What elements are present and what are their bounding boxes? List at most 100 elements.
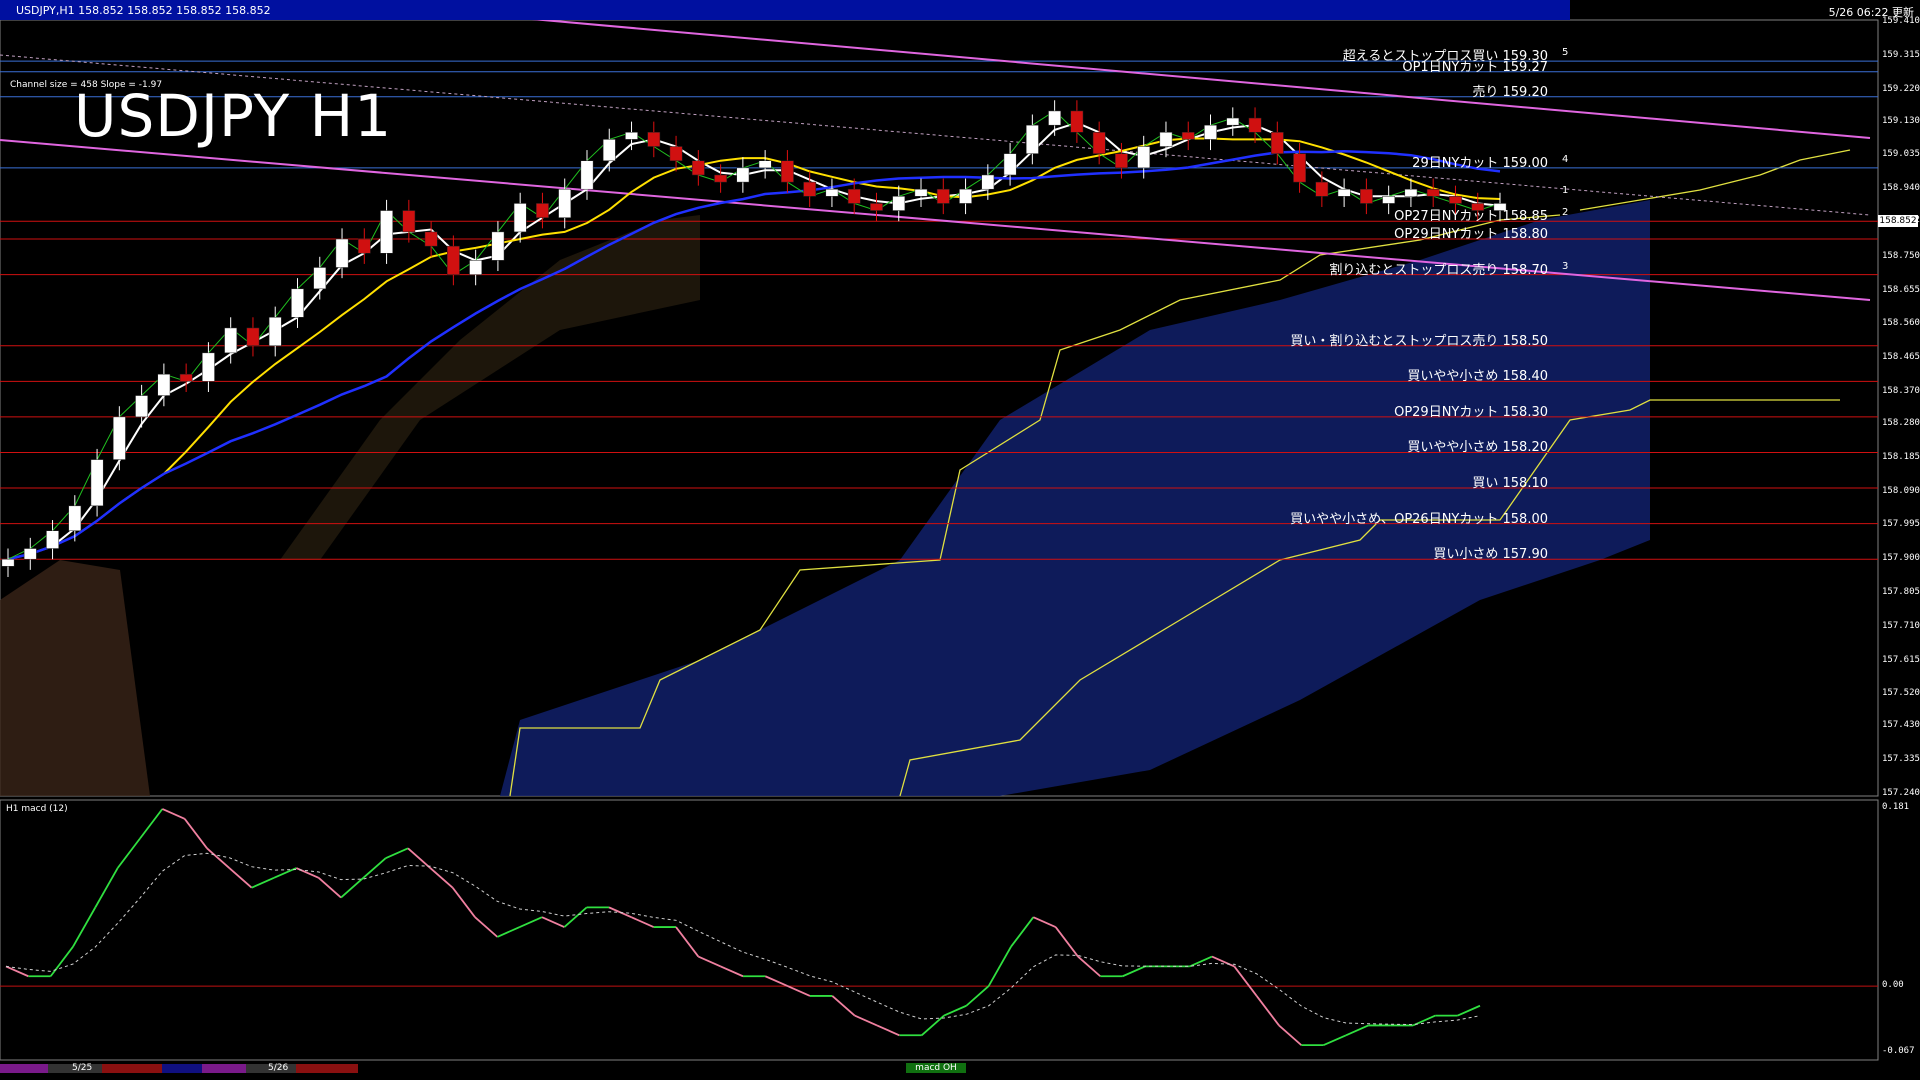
price-tick: 158.560 — [1882, 318, 1920, 329]
price-tick: 159.035 — [1882, 149, 1920, 160]
candle-body — [580, 160, 594, 190]
candle-body — [1204, 124, 1217, 140]
price-tick: 158.655 — [1882, 284, 1920, 295]
level-rank: 2 — [1562, 207, 1569, 219]
macd-tick: 0.181 — [1882, 802, 1910, 812]
macd-tick: 0.00 — [1882, 980, 1904, 991]
candle-body — [335, 238, 349, 268]
indicator-tab[interactable]: macd OH — [906, 1063, 966, 1073]
candle-body — [691, 160, 705, 176]
level-label: 買いやや小さめ 158.20 — [1407, 440, 1548, 456]
candle-body — [825, 188, 839, 197]
candle-body — [1137, 146, 1151, 169]
level-label: 買い・割り込むとストップロス売り 158.50 — [1290, 333, 1548, 349]
candle-body — [1449, 196, 1462, 204]
date-label: 5/25 — [72, 1063, 93, 1073]
candle-body — [936, 188, 950, 204]
price-tick: 157.335 — [1882, 754, 1920, 765]
date-segment — [296, 1064, 358, 1073]
candle-body — [90, 459, 104, 507]
candle-body — [736, 167, 750, 183]
price-tick: 157.520 — [1882, 688, 1920, 699]
candle-body — [224, 327, 238, 354]
candle-body — [291, 288, 304, 318]
level-label: OP1日NYカット 159.27 — [1402, 59, 1548, 75]
candle-body — [491, 231, 505, 261]
candle-body — [1382, 196, 1396, 204]
candle-body — [1337, 188, 1351, 197]
current-price-box: 158.852 — [1878, 214, 1918, 227]
candle-body — [1315, 181, 1329, 197]
candle-body — [446, 245, 460, 275]
price-tick: 158.185 — [1882, 451, 1920, 462]
candle-body — [981, 174, 995, 190]
candle-body — [536, 203, 549, 218]
level-label: OP29日NYカット 158.80 — [1394, 227, 1548, 242]
candle-body — [914, 188, 928, 197]
candle-body — [513, 203, 527, 233]
price-tick: 159.315 — [1882, 49, 1920, 60]
candle-body — [1270, 132, 1284, 154]
candle-body — [380, 210, 393, 254]
level-label: 割り込むとストップロス売り 158.70 — [1329, 262, 1548, 278]
price-tick: 157.240 — [1882, 788, 1920, 798]
candle-body — [1092, 132, 1106, 154]
candle-body — [68, 505, 82, 531]
level-label: 買い小さめ 157.90 — [1433, 547, 1548, 563]
candle-body — [1404, 188, 1418, 197]
price-tick: 157.900 — [1882, 553, 1920, 564]
candle-body — [469, 260, 483, 275]
level-label: 買いやや小さめ、OP26日NYカット 158.00 — [1290, 511, 1548, 527]
candle-body — [357, 238, 371, 254]
candle-body — [625, 132, 638, 140]
price-tick: 157.995 — [1882, 519, 1920, 530]
price-tick: 159.410 — [1882, 16, 1920, 26]
candle-body — [1293, 153, 1306, 183]
price-tick: 157.710 — [1882, 620, 1920, 631]
level-label: 買い 158.10 — [1472, 476, 1548, 492]
level-label: 売り 159.20 — [1472, 84, 1548, 100]
level-label: OP29日NYカット 158.30 — [1394, 404, 1548, 420]
candle-body — [246, 327, 260, 346]
level-label: 買いやや小さめ 158.40 — [1407, 369, 1548, 385]
candle-body — [1426, 188, 1440, 197]
price-tick: 158.370 — [1882, 385, 1920, 396]
candle-body — [1181, 132, 1195, 140]
date-segment — [202, 1064, 246, 1073]
date-segment — [162, 1064, 202, 1073]
candle-body — [803, 181, 817, 197]
candle-body — [46, 530, 59, 549]
price-tick: 159.130 — [1882, 115, 1920, 126]
candle-body — [135, 395, 148, 418]
date-label: 5/26 — [268, 1063, 289, 1073]
candle-body — [892, 196, 906, 211]
candle-body — [268, 317, 282, 346]
chart-title: USDJPY H1 — [74, 82, 393, 150]
candle-body — [157, 373, 171, 396]
candle-body — [1025, 124, 1039, 154]
date-segment — [0, 1064, 48, 1073]
price-tick: 157.805 — [1882, 586, 1920, 597]
candle-body — [647, 132, 661, 147]
candle-body — [179, 373, 193, 382]
date-segment — [102, 1064, 162, 1073]
candle-body — [1248, 117, 1262, 133]
candle-body — [1070, 110, 1084, 133]
price-tick: 157.615 — [1882, 654, 1920, 665]
price-tick: 158.750 — [1882, 250, 1920, 261]
candle-body — [1115, 153, 1128, 169]
candle-body — [758, 160, 772, 169]
price-chart — [0, 0, 1920, 1080]
candle-body — [781, 160, 794, 183]
candle-body — [669, 146, 683, 161]
level-rank: 5 — [1562, 47, 1569, 59]
candle-body — [870, 203, 883, 211]
candle-body — [558, 188, 572, 218]
candle-body — [602, 139, 616, 161]
candle-body — [1, 558, 15, 567]
candle-body — [1003, 153, 1017, 176]
price-tick: 158.465 — [1882, 352, 1920, 363]
candle-body — [313, 267, 327, 290]
candle-body — [714, 174, 727, 183]
price-tick: 158.090 — [1882, 485, 1920, 496]
